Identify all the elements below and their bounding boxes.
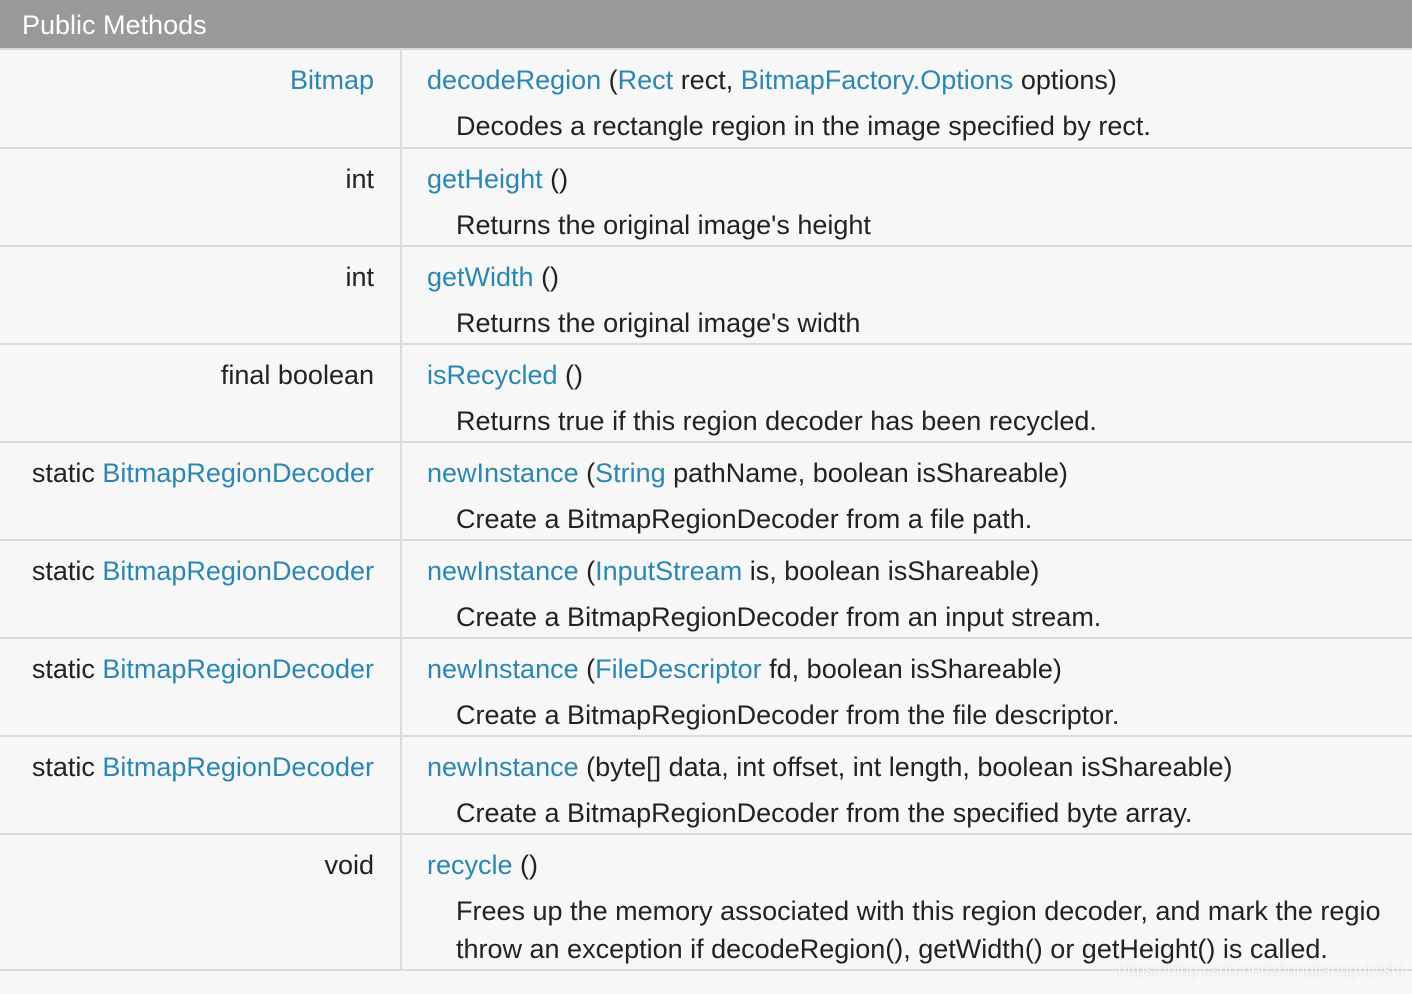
method-signature: getWidth () bbox=[427, 260, 1412, 294]
return-type-cell: static BitmapRegionDecoder bbox=[0, 638, 402, 736]
method-name-link[interactable]: newInstance bbox=[427, 752, 579, 782]
param-type-link[interactable]: InputStream bbox=[595, 556, 742, 586]
return-type-cell: int bbox=[0, 246, 402, 344]
return-type-link[interactable]: BitmapRegionDecoder bbox=[102, 654, 374, 684]
param-type-link[interactable]: BitmapFactory.Options bbox=[741, 65, 1014, 95]
return-type: final boolean bbox=[220, 360, 374, 390]
watermark: https://blog.csdn.net/zhongjianggulyishi bbox=[1117, 962, 1404, 979]
method-cell: newInstance (byte[] data, int offset, in… bbox=[401, 736, 1412, 834]
table-row: static BitmapRegionDecoder newInstance (… bbox=[0, 638, 1412, 736]
method-cell: decodeRegion (Rect rect, BitmapFactory.O… bbox=[401, 50, 1412, 148]
method-name-link[interactable]: newInstance bbox=[427, 458, 579, 488]
method-description: Returns the original image's width bbox=[456, 308, 861, 338]
method-name-link[interactable]: getWidth bbox=[427, 262, 534, 292]
param-rest: fd, boolean isShareable) bbox=[761, 654, 1062, 684]
signature-open: ( bbox=[578, 654, 596, 684]
method-description: Create a BitmapRegionDecoder from the fi… bbox=[456, 700, 1120, 730]
description-line: Frees up the memory associated with this… bbox=[456, 896, 1381, 926]
type-modifier: static bbox=[31, 458, 103, 488]
method-name-link[interactable]: decodeRegion bbox=[427, 65, 601, 95]
signature-params: () bbox=[557, 360, 584, 390]
section-header: Public Methods bbox=[0, 0, 1412, 50]
param-rest: rect, bbox=[673, 65, 741, 95]
method-signature: getHeight () bbox=[427, 162, 1412, 196]
method-name-link[interactable]: recycle bbox=[427, 850, 513, 880]
methods-table: Bitmap decodeRegion (Rect rect, BitmapFa… bbox=[0, 50, 1412, 971]
return-type: int bbox=[345, 164, 374, 194]
param-rest: pathName, boolean isShareable) bbox=[665, 458, 1068, 488]
method-name-link[interactable]: newInstance bbox=[427, 556, 579, 586]
method-description: Frees up the memory associated with this… bbox=[427, 892, 1412, 968]
return-type-cell: static BitmapRegionDecoder bbox=[0, 540, 402, 638]
param-rest: options) bbox=[1013, 65, 1117, 95]
table-row: static BitmapRegionDecoder newInstance (… bbox=[0, 736, 1412, 834]
return-type-cell: Bitmap bbox=[0, 50, 402, 148]
type-modifier: static bbox=[31, 752, 103, 782]
return-type-cell: void bbox=[0, 834, 402, 970]
signature-params: () bbox=[533, 262, 560, 292]
param-type-link[interactable]: Rect bbox=[618, 65, 674, 95]
table-row: void recycle () Frees up the memory asso… bbox=[0, 834, 1412, 970]
signature-open: ( bbox=[578, 458, 596, 488]
table-row: int getWidth () Returns the original ima… bbox=[0, 246, 1412, 344]
signature-params: () bbox=[542, 164, 569, 194]
method-signature: recycle () bbox=[427, 848, 1412, 882]
return-type-cell: static BitmapRegionDecoder bbox=[0, 442, 402, 540]
method-cell: newInstance (FileDescriptor fd, boolean … bbox=[401, 638, 1412, 736]
type-modifier: static bbox=[31, 654, 103, 684]
table-row: Bitmap decodeRegion (Rect rect, BitmapFa… bbox=[0, 50, 1412, 148]
signature-params: (byte[] data, int offset, int length, bo… bbox=[578, 752, 1233, 782]
return-type-link[interactable]: BitmapRegionDecoder bbox=[102, 752, 374, 782]
type-modifier: static bbox=[31, 556, 103, 586]
method-description: Returns the original image's height bbox=[456, 210, 871, 240]
param-rest: is, boolean isShareable) bbox=[742, 556, 1040, 586]
method-cell: isRecycled () Returns true if this regio… bbox=[401, 344, 1412, 442]
return-type-cell: final boolean bbox=[0, 344, 402, 442]
return-type: void bbox=[324, 850, 374, 880]
method-description: Returns true if this region decoder has … bbox=[456, 406, 1097, 436]
method-signature: newInstance (InputStream is, boolean isS… bbox=[427, 554, 1412, 588]
method-cell: getWidth () Returns the original image's… bbox=[401, 246, 1412, 344]
method-cell: newInstance (InputStream is, boolean isS… bbox=[401, 540, 1412, 638]
method-description: Create a BitmapRegionDecoder from a file… bbox=[456, 504, 1033, 534]
method-cell: recycle () Frees up the memory associate… bbox=[401, 834, 1412, 970]
public-methods-page: Public Methods Bitmap decodeRegion (Rect… bbox=[0, 0, 1412, 994]
method-cell: newInstance (String pathName, boolean is… bbox=[401, 442, 1412, 540]
table-row: final boolean isRecycled () Returns true… bbox=[0, 344, 1412, 442]
method-description: Create a BitmapRegionDecoder from the sp… bbox=[456, 798, 1193, 828]
method-description: Decodes a rectangle region in the image … bbox=[456, 111, 1151, 141]
method-description: Create a BitmapRegionDecoder from an inp… bbox=[456, 602, 1102, 632]
table-row: int getHeight () Returns the original im… bbox=[0, 148, 1412, 246]
table-row: static BitmapRegionDecoder newInstance (… bbox=[0, 442, 1412, 540]
section-title: Public Methods bbox=[22, 10, 207, 40]
method-signature: isRecycled () bbox=[427, 358, 1412, 392]
return-type-link[interactable]: BitmapRegionDecoder bbox=[102, 458, 374, 488]
table-row: static BitmapRegionDecoder newInstance (… bbox=[0, 540, 1412, 638]
return-type: int bbox=[345, 262, 374, 292]
method-signature: newInstance (String pathName, boolean is… bbox=[427, 456, 1412, 490]
method-name-link[interactable]: isRecycled bbox=[427, 360, 558, 390]
signature-open: ( bbox=[601, 65, 618, 95]
signature-open: ( bbox=[578, 556, 596, 586]
method-name-link[interactable]: newInstance bbox=[427, 654, 579, 684]
return-type-link[interactable]: Bitmap bbox=[290, 65, 374, 95]
method-cell: getHeight () Returns the original image'… bbox=[401, 148, 1412, 246]
method-name-link[interactable]: getHeight bbox=[427, 164, 543, 194]
return-type-cell: int bbox=[0, 148, 402, 246]
method-signature: decodeRegion (Rect rect, BitmapFactory.O… bbox=[427, 63, 1412, 97]
param-type-link[interactable]: FileDescriptor bbox=[595, 654, 762, 684]
return-type-link[interactable]: BitmapRegionDecoder bbox=[102, 556, 374, 586]
signature-params: () bbox=[512, 850, 539, 880]
param-type-link[interactable]: String bbox=[595, 458, 666, 488]
return-type-cell: static BitmapRegionDecoder bbox=[0, 736, 402, 834]
method-signature: newInstance (byte[] data, int offset, in… bbox=[427, 750, 1412, 784]
method-signature: newInstance (FileDescriptor fd, boolean … bbox=[427, 652, 1412, 686]
